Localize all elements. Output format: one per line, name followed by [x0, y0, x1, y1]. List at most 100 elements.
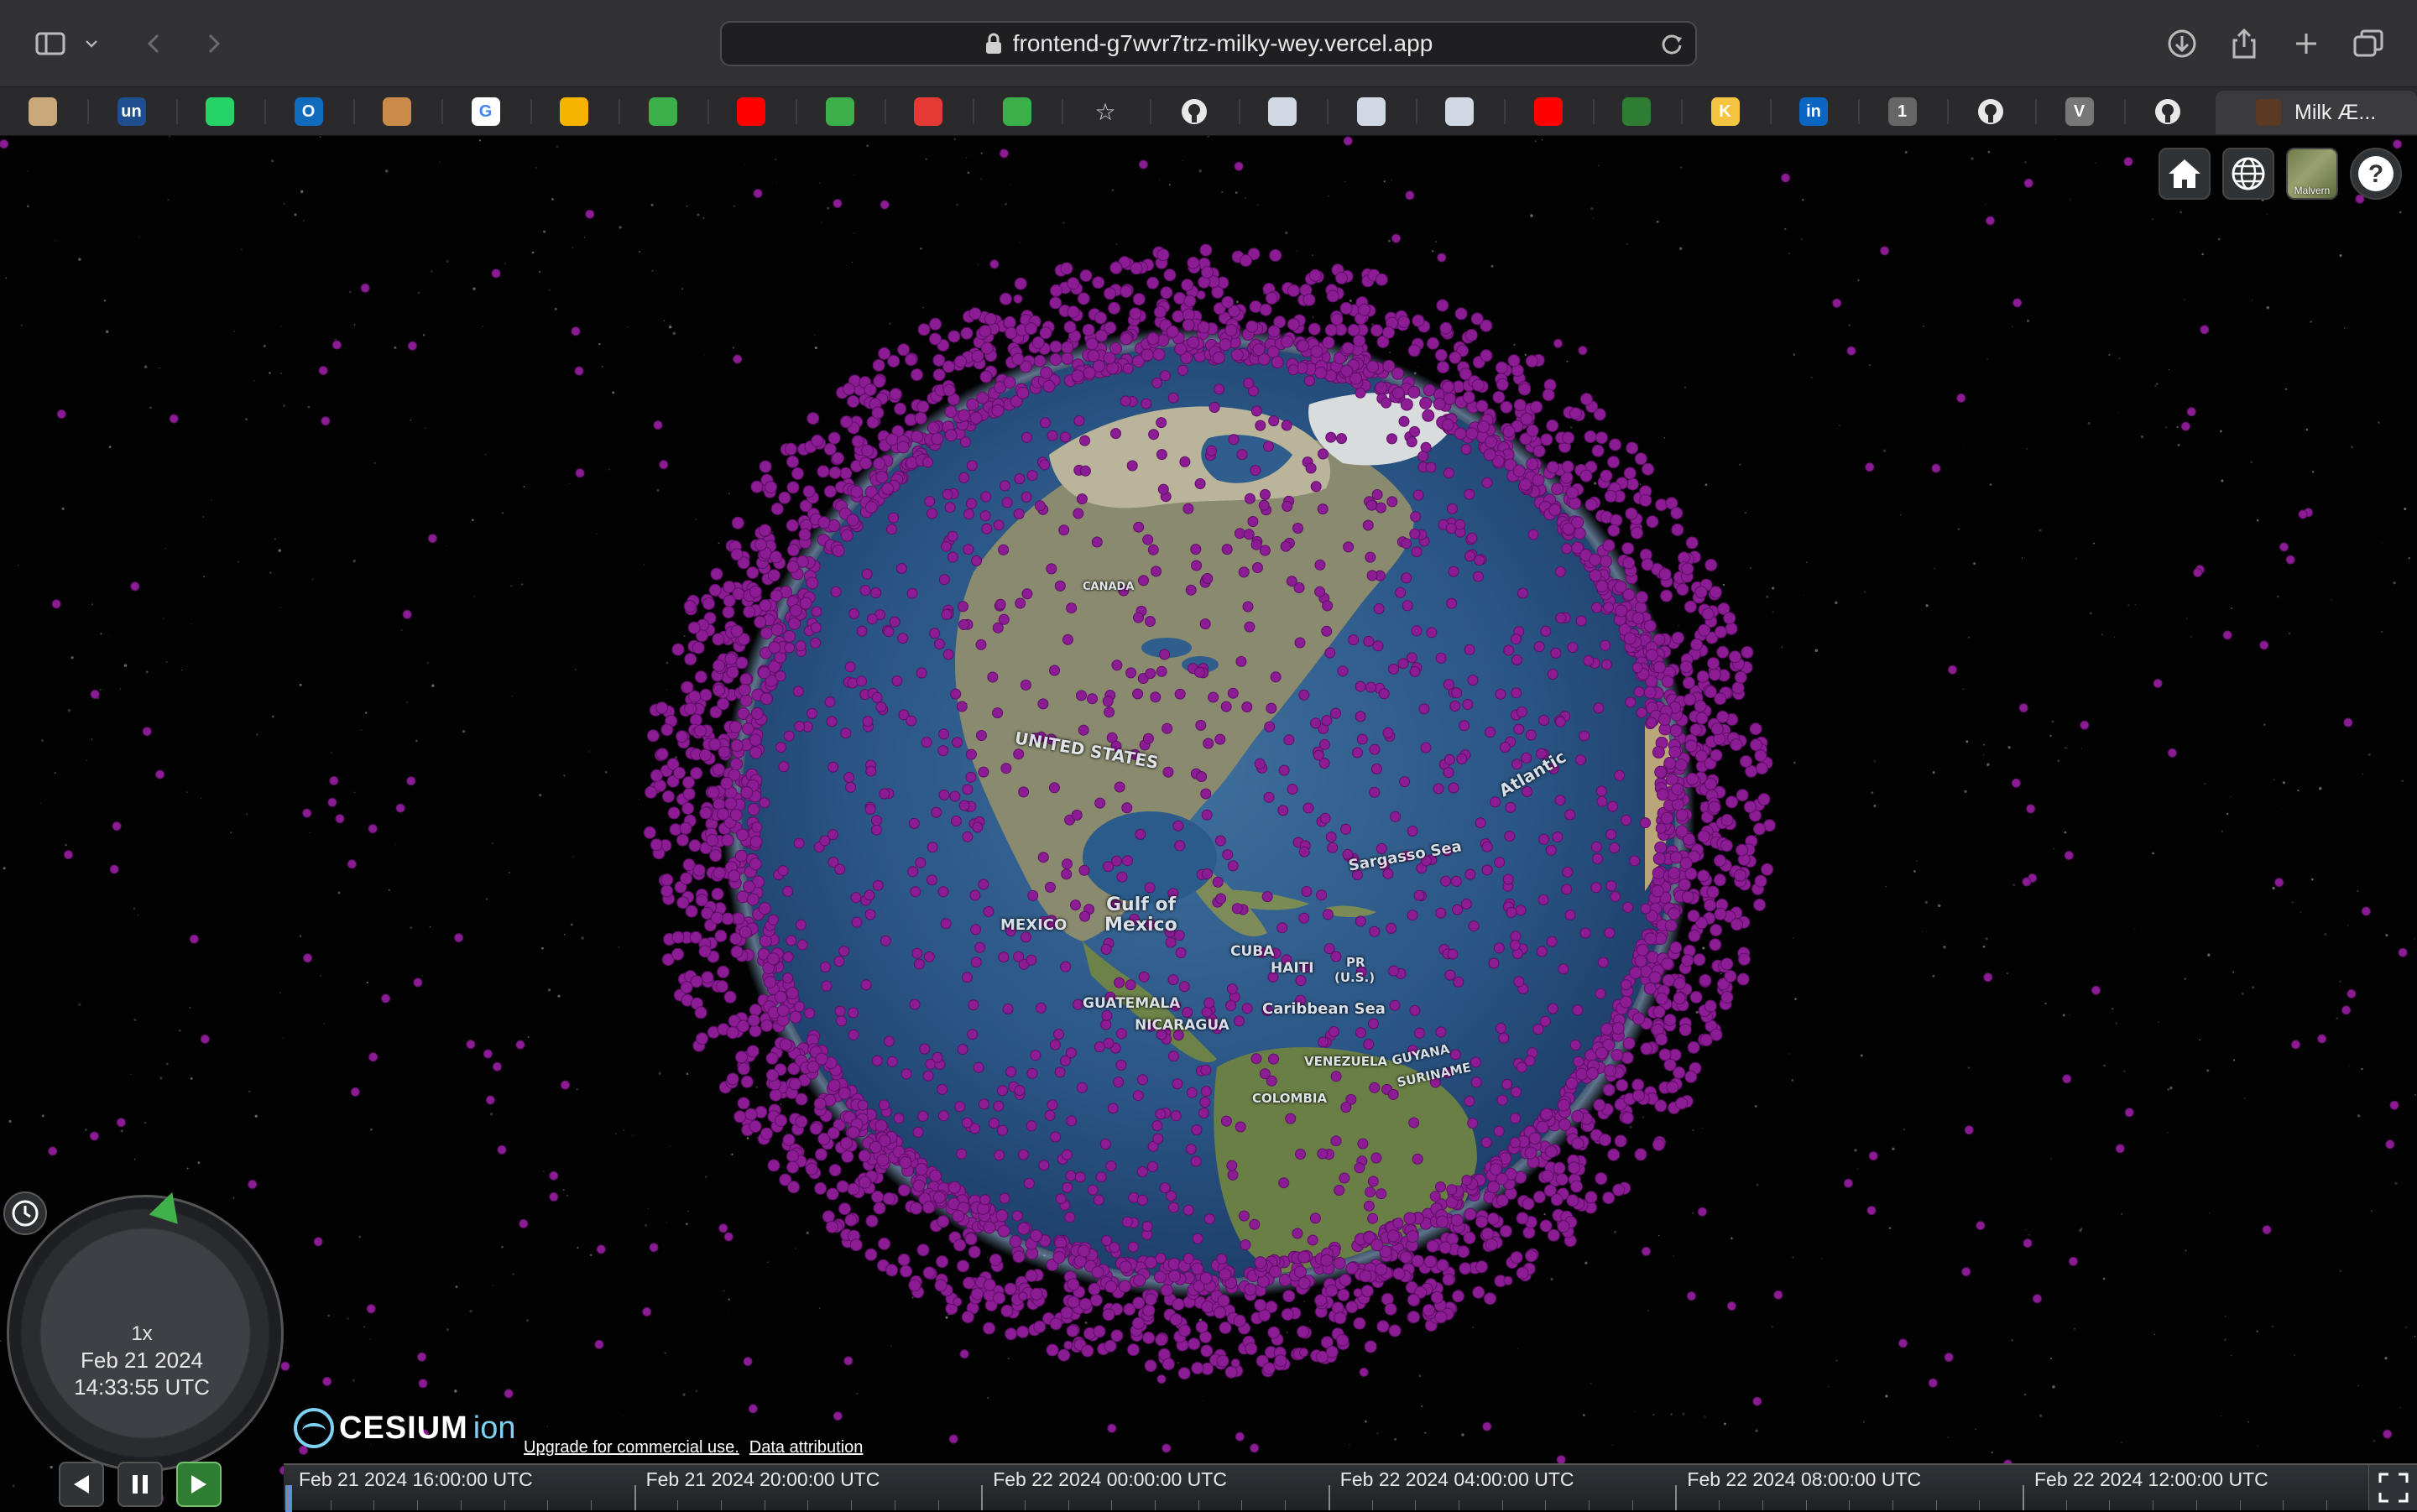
satellite-point	[978, 766, 989, 778]
satellite-point	[922, 456, 933, 468]
star	[965, 157, 967, 159]
globe-scene[interactable]	[0, 136, 2417, 1510]
satellite-point	[1366, 570, 1378, 581]
star	[2169, 1087, 2173, 1090]
green-app-icon[interactable]	[648, 97, 677, 126]
home-button[interactable]	[2159, 148, 2211, 200]
reload-icon[interactable]	[1658, 31, 1685, 58]
satellite-point	[1464, 1207, 1477, 1221]
satellite-point	[1129, 307, 1142, 321]
youtube-icon[interactable]	[737, 97, 765, 126]
star	[1873, 805, 1877, 807]
satellite-point	[1449, 351, 1462, 364]
whatsapp-icon[interactable]	[206, 97, 234, 126]
active-tab[interactable]: Milk Æ...	[2216, 91, 2417, 134]
satellite-point	[1471, 378, 1485, 392]
satellite-point	[1475, 1260, 1488, 1274]
youtube-icon[interactable]	[1533, 97, 1563, 126]
satellite-point	[1482, 1421, 1492, 1431]
outlook-icon[interactable]: O	[294, 97, 323, 126]
download-icon[interactable]	[2164, 25, 2200, 62]
satellite-point	[485, 1095, 495, 1105]
play-button[interactable]	[176, 1462, 222, 1507]
v-icon[interactable]: V	[2065, 97, 2094, 126]
star	[2221, 830, 2224, 833]
satellite-point	[979, 510, 991, 522]
satellite-point	[1353, 334, 1366, 347]
green-app-icon[interactable]	[1002, 97, 1031, 126]
share-icon[interactable]	[2226, 25, 2263, 62]
star	[557, 994, 561, 998]
help-button[interactable]: ?	[2350, 148, 2402, 200]
google-drive-icon[interactable]	[560, 97, 588, 126]
satellite-point	[313, 1237, 323, 1247]
scene-mode-button[interactable]	[2222, 148, 2274, 200]
back-icon[interactable]	[136, 25, 173, 62]
github-icon[interactable]	[1976, 97, 2005, 126]
green-app-icon[interactable]	[825, 97, 854, 126]
target-app-icon[interactable]	[1356, 97, 1386, 126]
one-icon[interactable]: 1	[1887, 97, 1917, 126]
satellite-point	[944, 429, 958, 442]
tab-overview-icon[interactable]	[2350, 25, 2387, 62]
satellite-point	[1728, 650, 1741, 664]
google-icon[interactable]: G	[471, 97, 500, 126]
cesium-ion-logo[interactable]: CESIUM ion	[294, 1406, 516, 1450]
k-icon[interactable]: K	[1710, 97, 1740, 126]
star	[650, 203, 654, 206]
play-reverse-button[interactable]	[59, 1462, 104, 1507]
target-app-icon[interactable]	[1268, 97, 1297, 126]
data-attribution-link[interactable]: Data attribution	[749, 1438, 864, 1457]
satellite-point	[764, 976, 777, 988]
address-bar[interactable]: frontend-g7wvr7trz-milky-wey.vercel.app	[720, 21, 1697, 66]
satellite-point	[1655, 498, 1668, 512]
new-tab-icon[interactable]	[2288, 25, 2325, 62]
satellite-point	[1419, 397, 1433, 409]
pause-icon	[133, 1475, 148, 1494]
red-app-icon[interactable]	[914, 97, 942, 126]
satellite-point	[1668, 745, 1682, 759]
satellite-point	[827, 1079, 841, 1092]
star	[1857, 279, 1860, 281]
cesium-viewer[interactable]: UNITED STATES Gulf of Mexico MEXICO Atla…	[0, 136, 2417, 1510]
notion-boring-icon[interactable]	[29, 97, 57, 126]
pause-button[interactable]	[117, 1462, 163, 1507]
base-layer-picker[interactable]: Malvern	[2286, 148, 2338, 200]
timeline[interactable]: Feb 21 2024 16:00:00 UTC Feb 21 2024 20:0…	[284, 1463, 2368, 1512]
satellite-point	[782, 885, 794, 897]
un-icon[interactable]: un	[117, 97, 146, 126]
satellite-point	[1648, 971, 1662, 984]
satellite-point	[696, 1032, 708, 1045]
star-icon[interactable]: ☆	[1091, 97, 1120, 126]
satellite-point	[1152, 348, 1166, 361]
realtime-button[interactable]	[3, 1191, 47, 1235]
star	[299, 683, 302, 686]
satellite-point	[1675, 825, 1689, 838]
target-app-icon[interactable]	[1445, 97, 1474, 126]
star	[780, 1103, 782, 1105]
sidebar-toggle-icon[interactable]	[32, 25, 69, 62]
forward-icon[interactable]	[195, 25, 232, 62]
satellite-point	[1640, 903, 1652, 915]
satellite-point	[737, 1097, 750, 1110]
satellite-point	[395, 803, 405, 813]
satellite-point	[1756, 762, 1768, 775]
shield-app-icon[interactable]	[1622, 97, 1651, 126]
star	[527, 1036, 530, 1039]
satellite-point	[1646, 717, 1657, 728]
fullscreen-button[interactable]	[2368, 1463, 2417, 1510]
github-icon[interactable]	[2153, 97, 2182, 126]
linkedin-icon[interactable]: in	[1799, 97, 1828, 126]
avatar-icon[interactable]	[383, 97, 411, 126]
satellite-point	[1120, 332, 1133, 346]
chevron-down-icon[interactable]	[79, 25, 104, 62]
satellite-point	[1639, 493, 1652, 507]
timeline-major-tick	[981, 1485, 984, 1510]
github-icon[interactable]	[1179, 97, 1208, 126]
star	[2026, 319, 2030, 323]
upgrade-link[interactable]: Upgrade for commercial use.	[524, 1438, 739, 1457]
satellite-point	[1287, 784, 1298, 795]
star	[1784, 227, 1787, 231]
satellite-point	[1605, 829, 1617, 840]
satellite-point	[1138, 159, 1148, 169]
